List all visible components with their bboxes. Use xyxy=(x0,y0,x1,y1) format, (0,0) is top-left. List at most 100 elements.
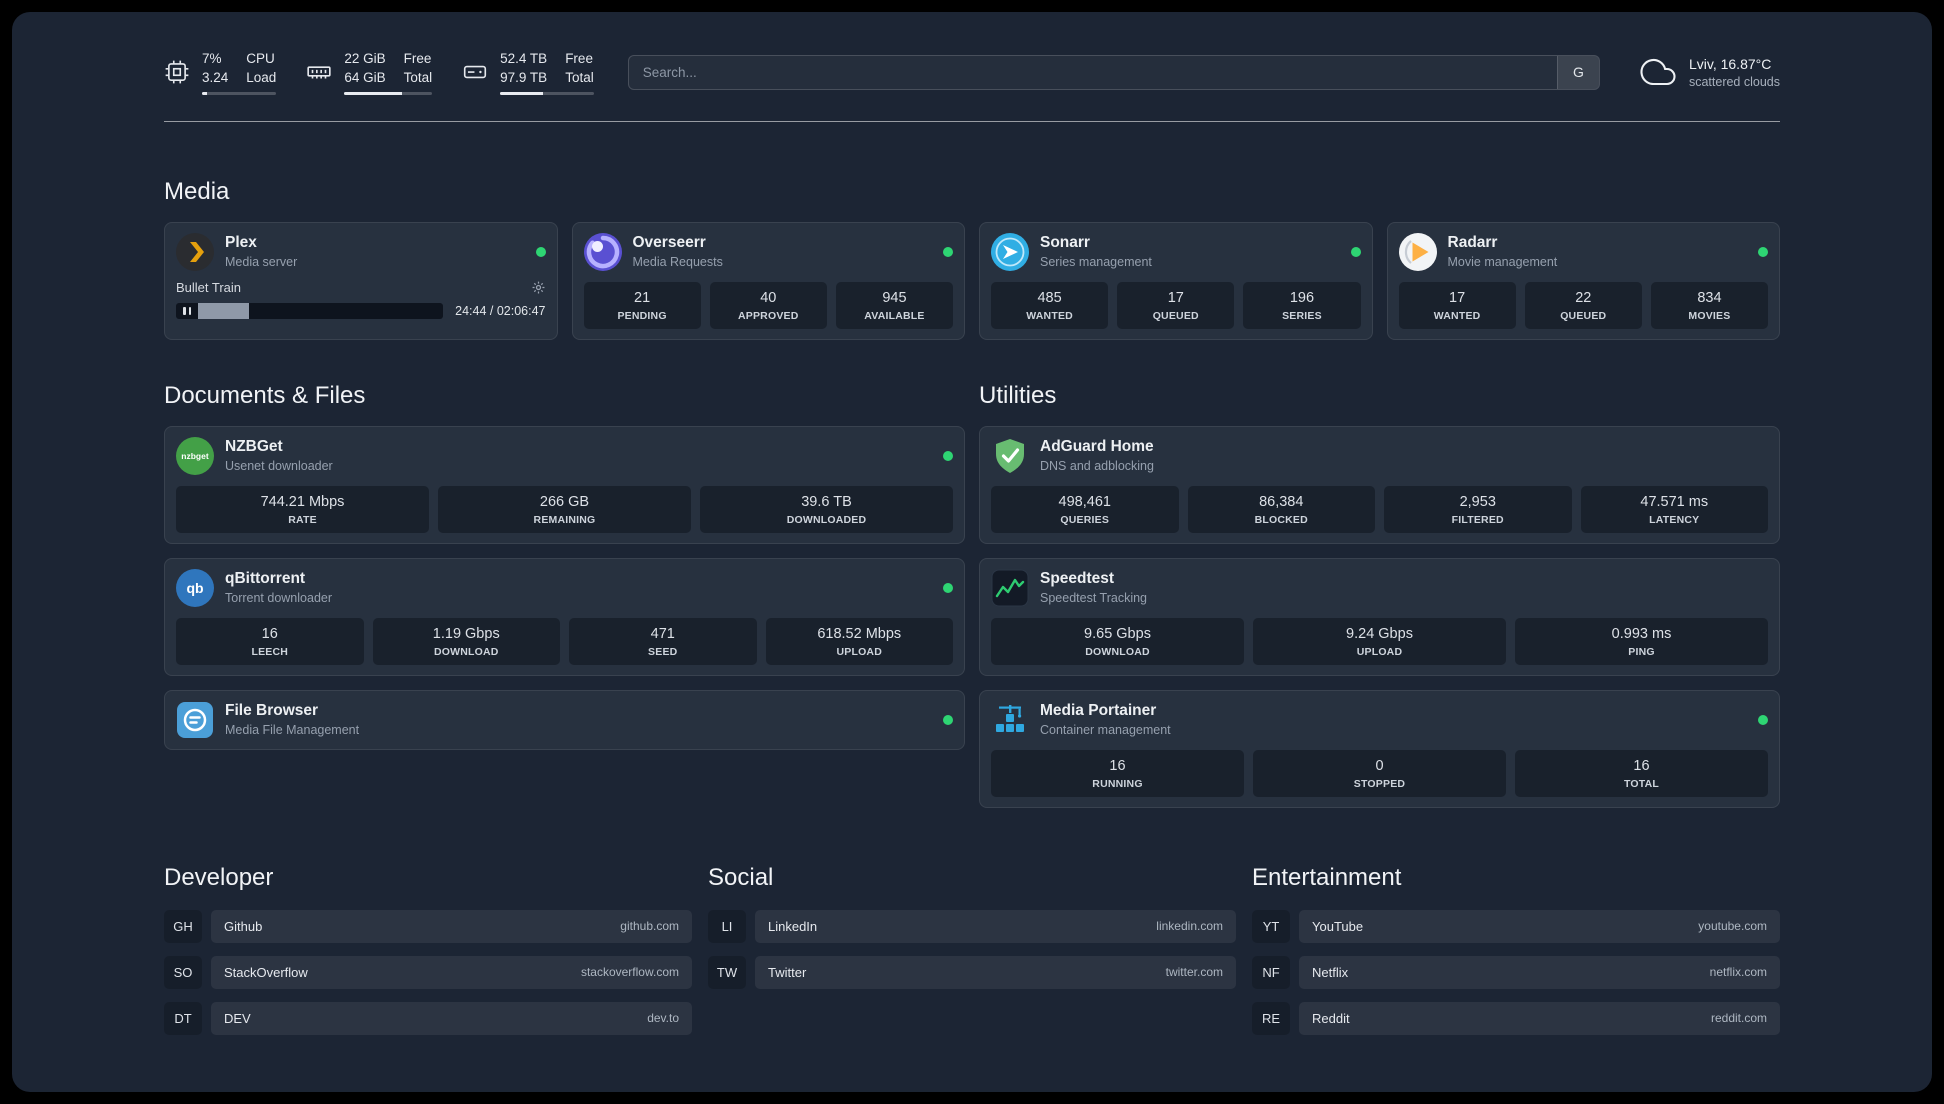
section-title-entertainment: Entertainment xyxy=(1252,863,1402,891)
service-desc: Movie management xyxy=(1447,255,1558,270)
bookmark-twitter[interactable]: TW Twitter twitter.com xyxy=(708,955,1236,989)
bookmark-name: YouTube xyxy=(1312,918,1364,934)
cpu-icon xyxy=(164,59,190,85)
cpu-values: 7% 3.24 xyxy=(202,50,228,88)
bookmark-name: Twitter xyxy=(768,964,807,980)
disk-free: 52.4 TB xyxy=(500,51,548,66)
pause-icon[interactable] xyxy=(176,306,198,315)
playback-time: 24:44 / 02:06:47 xyxy=(455,303,546,318)
gear-icon[interactable] xyxy=(531,280,546,295)
resource-widget-memory: 22 GiB 64 GiB Free Total xyxy=(306,50,433,95)
stat-upload: 9.24 Gbps UPLOAD xyxy=(1253,617,1506,665)
memory-values: 22 GiB 64 GiB xyxy=(344,50,385,88)
bookmark-linkedin[interactable]: LI LinkedIn linkedin.com xyxy=(708,909,1236,943)
service-desc: Container management xyxy=(1040,723,1171,738)
search-bar: G xyxy=(627,54,1600,90)
section-title-social: Social xyxy=(708,863,774,891)
radarr-icon xyxy=(1398,232,1437,271)
overseerr-icon xyxy=(583,232,622,271)
stat-leech: 16 LEECH xyxy=(176,617,364,665)
stat-queued: 17 QUEUED xyxy=(1117,281,1235,329)
bookmark-name: StackOverflow xyxy=(224,964,308,980)
cpu-label: CPU xyxy=(246,51,275,66)
nzbget-icon: nzbget xyxy=(176,436,214,475)
stat-latency: 47.571 ms LATENCY xyxy=(1580,485,1768,533)
search-engine-button[interactable]: G xyxy=(1556,55,1599,89)
plex-now-playing: Bullet Train 24:44 / 02:06:47 xyxy=(176,280,546,319)
load-label: Load xyxy=(246,69,277,85)
bookmark-stackoverflow[interactable]: SO StackOverflow stackoverflow.com xyxy=(164,955,692,989)
bookmark-group-entertainment: Entertainment YT YouTube youtube.com NF … xyxy=(1252,864,1780,1035)
disk-progress-bar xyxy=(500,91,594,95)
disk-labels: Free Total xyxy=(565,50,594,88)
bookmark-name: DEV xyxy=(224,1010,251,1026)
bookmark-youtube[interactable]: YT YouTube youtube.com xyxy=(1252,909,1780,943)
bookmark-reddit[interactable]: RE Reddit reddit.com xyxy=(1252,1001,1780,1035)
memory-labels: Free Total xyxy=(404,50,433,88)
bookmark-dev[interactable]: DT DEV dev.to xyxy=(164,1001,692,1035)
service-card-sonarr[interactable]: Sonarr Series management 485 WANTED 17 Q… xyxy=(979,221,1373,340)
service-card-nzbget[interactable]: nzbget NZBGet Usenet downloader 744.21 M… xyxy=(164,425,965,544)
stat-pending: 21 PENDING xyxy=(583,281,701,329)
service-desc: Torrent downloader xyxy=(225,591,333,606)
service-desc: Media server xyxy=(225,255,298,270)
service-card-qbittorrent[interactable]: qb qBittorrent Torrent downloader 16 LEE… xyxy=(164,557,965,676)
service-card-overseerr[interactable]: Overseerr Media Requests 21 PENDING 40 A… xyxy=(571,221,965,340)
search-input[interactable] xyxy=(627,54,1600,90)
section-documents-files: Documents & Files nzbget NZBGet Usenet d… xyxy=(164,340,965,750)
section-utilities: Utilities AdGuard Home DNS and adblockin… xyxy=(979,340,1780,808)
bookmark-group-social: Social LI LinkedIn linkedin.com TW Twitt… xyxy=(708,864,1236,1035)
service-desc: Media File Management xyxy=(225,723,360,738)
section-title-media: Media xyxy=(164,177,230,205)
service-name: AdGuard Home xyxy=(1040,438,1154,456)
stat-upload: 618.52 Mbps UPLOAD xyxy=(765,617,953,665)
service-card-filebrowser[interactable]: File Browser Media File Management xyxy=(164,689,965,750)
service-card-speedtest[interactable]: Speedtest Speedtest Tracking 9.65 Gbps D… xyxy=(979,557,1780,676)
disk-total: 97.9 TB xyxy=(500,69,548,85)
resource-widgets: 7% 3.24 CPU Load 22 GiB 64 GiB Free Tota… xyxy=(164,50,594,95)
stat-blocked: 86,384 BLOCKED xyxy=(1187,485,1375,533)
top-bar: 7% 3.24 CPU Load 22 GiB 64 GiB Free Tota… xyxy=(164,50,1780,95)
stat-remaining: 266 GB REMAINING xyxy=(438,485,691,533)
bookmark-github[interactable]: GH Github github.com xyxy=(164,909,692,943)
bookmark-name: LinkedIn xyxy=(768,918,818,934)
free-label: Free xyxy=(565,51,593,66)
now-playing-title: Bullet Train xyxy=(176,279,242,295)
bookmarks-area: Developer GH Github github.com SO StackO… xyxy=(164,864,1780,1035)
bookmark-domain: youtube.com xyxy=(1698,919,1767,934)
disk-stats: 52.4 TB 97.9 TB Free Total xyxy=(500,50,594,95)
service-name: Media Portainer xyxy=(1040,702,1157,720)
qbittorrent-icon: qb xyxy=(176,568,214,607)
cpu-percent: 7% xyxy=(202,51,222,66)
section-title-utilities: Utilities xyxy=(979,381,1057,409)
bookmark-abbr: YT xyxy=(1252,909,1290,943)
stat-total: 16 TOTAL xyxy=(1515,749,1768,797)
topbar-divider xyxy=(164,120,1780,122)
status-dot xyxy=(535,246,546,257)
playback-elapsed-fill xyxy=(198,302,249,319)
service-name: Radarr xyxy=(1447,234,1498,252)
bookmark-abbr: SO xyxy=(164,955,202,989)
bookmark-domain: netflix.com xyxy=(1709,965,1767,980)
service-card-radarr[interactable]: Radarr Movie management 17 WANTED 22 QUE… xyxy=(1386,221,1780,340)
sonarr-icon xyxy=(991,232,1029,271)
media-cards-row: Plex Media server Bullet Train 24:44 / 0… xyxy=(164,221,1780,340)
disk-icon xyxy=(462,59,488,85)
weather-widget[interactable]: Lviv, 16.87°C scattered clouds xyxy=(1640,54,1780,90)
service-card-plex[interactable]: Plex Media server Bullet Train 24:44 / 0… xyxy=(164,221,558,340)
stat-movies: 834 MOVIES xyxy=(1650,281,1769,329)
service-name: Overseerr xyxy=(632,234,706,252)
service-card-portainer[interactable]: Media Portainer Container management 16 … xyxy=(979,689,1780,808)
bookmark-netflix[interactable]: NF Netflix netflix.com xyxy=(1252,955,1780,989)
speedtest-icon xyxy=(991,569,1029,607)
portainer-icon xyxy=(991,701,1029,739)
section-media: Media Plex Media server Bullet Train 24:… xyxy=(164,178,1780,340)
playback-progress-bar[interactable] xyxy=(176,302,444,319)
adguard-icon xyxy=(991,437,1029,475)
bookmark-name: Reddit xyxy=(1312,1010,1350,1026)
cpu-stats: 7% 3.24 CPU Load xyxy=(202,50,277,95)
stat-queries: 498,461 QUERIES xyxy=(991,485,1179,533)
service-card-adguard[interactable]: AdGuard Home DNS and adblocking 498,461 … xyxy=(979,425,1780,544)
stat-rate: 744.21 Mbps RATE xyxy=(176,485,429,533)
weather-location: Lviv, 16.87°C xyxy=(1688,55,1772,72)
